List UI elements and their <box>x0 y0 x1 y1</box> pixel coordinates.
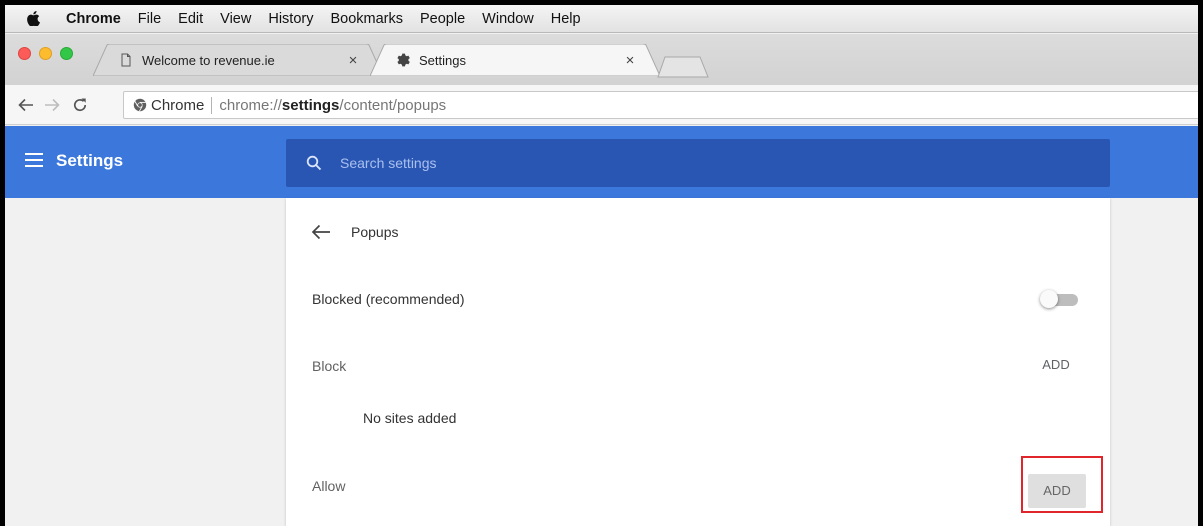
highlight-box <box>1021 456 1103 513</box>
search-settings-input[interactable]: Search settings <box>286 139 1110 187</box>
reload-icon <box>73 98 87 111</box>
menu-edit[interactable]: Edit <box>178 11 203 27</box>
menu-icon[interactable] <box>25 153 43 167</box>
page-icon <box>121 53 131 67</box>
url-prefix: chrome:// <box>219 96 282 114</box>
back-arrow-icon[interactable] <box>311 224 331 240</box>
tab-strip: Welcome to revenue.ie × Settings × <box>5 34 1198 85</box>
secure-scheme-label: Chrome <box>151 96 205 114</box>
add-block-button[interactable]: ADD <box>1030 354 1082 376</box>
menu-bar: Chrome File Edit View History Bookmarks … <box>5 5 1198 33</box>
tab-label: Welcome to revenue.ie <box>142 52 275 68</box>
menu-history[interactable]: History <box>268 11 313 27</box>
chrome-icon <box>133 98 147 112</box>
tab-label: Settings <box>419 52 466 68</box>
settings-page: Popups Blocked (recommended) Block ADD N… <box>5 198 1198 526</box>
card-header: Popups <box>286 218 398 246</box>
close-tab-icon[interactable]: × <box>622 52 638 69</box>
window-controls <box>18 47 73 60</box>
search-icon <box>306 155 322 171</box>
reload-button[interactable] <box>69 94 91 116</box>
tab-settings[interactable]: Settings × <box>370 44 660 76</box>
apple-icon[interactable] <box>27 11 40 26</box>
blocked-toggle[interactable] <box>1040 290 1080 308</box>
settings-title: Settings <box>56 151 124 170</box>
menu-view[interactable]: View <box>220 11 251 27</box>
minimize-window-button[interactable] <box>39 47 52 60</box>
omnibox-separator <box>211 96 213 114</box>
settings-header: Settings Search settings <box>5 126 1198 198</box>
no-sites-added-text: No sites added <box>363 410 457 426</box>
arrow-right-icon <box>45 98 60 111</box>
menu-chrome[interactable]: Chrome <box>66 11 121 27</box>
close-tab-icon[interactable]: × <box>345 52 361 69</box>
menu-people[interactable]: People <box>420 11 465 27</box>
menu-bookmarks[interactable]: Bookmarks <box>330 11 403 27</box>
browser-toolbar: Chrome chrome://settings/content/popups <box>5 85 1198 125</box>
tab-revenue[interactable]: Welcome to revenue.ie × <box>93 44 383 76</box>
blocked-recommended-label: Blocked (recommended) <box>312 291 465 307</box>
back-button[interactable] <box>15 94 37 116</box>
popups-card: Popups Blocked (recommended) Block ADD N… <box>286 198 1110 526</box>
close-window-button[interactable] <box>18 47 31 60</box>
url-path: /content/popups <box>339 96 447 114</box>
browser-window: Chrome File Edit View History Bookmarks … <box>5 5 1198 526</box>
zoom-window-button[interactable] <box>60 47 73 60</box>
arrow-left-icon <box>18 98 33 111</box>
search-placeholder: Search settings <box>340 155 437 171</box>
url-text: chrome://settings/content/popups <box>219 97 446 114</box>
page-title: Popups <box>351 224 399 240</box>
menu-window[interactable]: Window <box>482 11 534 27</box>
url-host: settings <box>281 96 340 114</box>
menu-file[interactable]: File <box>138 11 161 27</box>
block-section-label: Block <box>312 358 347 374</box>
allow-section-label: Allow <box>312 478 346 494</box>
toggle-knob <box>1040 290 1058 308</box>
address-bar[interactable]: Chrome chrome://settings/content/popups <box>123 91 1198 119</box>
gear-icon <box>397 53 410 67</box>
menu-help[interactable]: Help <box>551 11 581 27</box>
new-tab-button[interactable] <box>657 56 709 78</box>
forward-button[interactable] <box>41 94 63 116</box>
